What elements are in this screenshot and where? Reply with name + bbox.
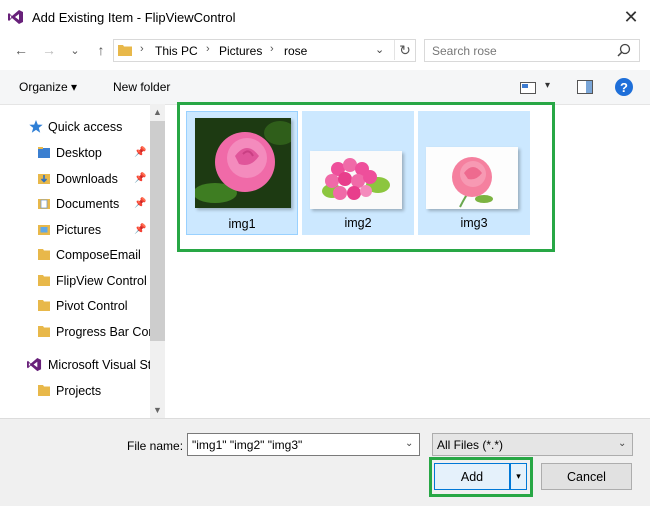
address-dropdown-icon[interactable]: ⌄ <box>375 43 384 56</box>
folder-icon <box>38 300 50 311</box>
sidebar-item-label: FlipView Control <box>56 274 147 288</box>
breadcrumb-rose[interactable]: rose <box>284 44 307 58</box>
sidebar-item-label: Microsoft Visual Studio <box>48 358 150 372</box>
sidebar-item-label: Pictures <box>56 223 102 237</box>
sidebar-item-label: Pivot Control <box>56 299 128 313</box>
folder-icon <box>38 249 50 260</box>
scroll-up-icon[interactable]: ▲ <box>150 105 165 119</box>
pin-icon[interactable]: 📌 <box>134 173 146 184</box>
downloads-folder-icon <box>38 174 50 184</box>
search-placeholder: Search rose <box>432 44 497 58</box>
sidebar-item-label: Desktop <box>56 146 102 160</box>
add-button[interactable]: Add <box>434 463 510 490</box>
file-type-filter-label: All Files (*.*) <box>437 438 504 452</box>
window-title: Add Existing Item - FlipViewControl <box>32 10 236 25</box>
folder-icon <box>38 275 50 286</box>
sidebar-item-projects[interactable]: Projects <box>0 378 150 402</box>
sidebar-item-label: Projects <box>56 384 102 398</box>
command-toolbar <box>0 70 650 105</box>
sidebar-item-progress-bar-control[interactable]: Progress Bar Control <box>0 319 150 343</box>
sidebar-item-downloads[interactable]: Downloads 📌 <box>0 166 150 190</box>
sidebar-item-flipview-control[interactable]: FlipView Control <box>0 268 150 292</box>
view-dropdown-icon[interactable]: ▾ <box>545 80 550 91</box>
file-name-input[interactable] <box>187 433 420 456</box>
sidebar-item-quick-access[interactable]: Quick access <box>0 114 150 138</box>
help-button[interactable]: ? <box>615 78 633 96</box>
breadcrumb-this-pc[interactable]: This PC <box>155 44 198 58</box>
pin-icon[interactable]: 📌 <box>134 224 146 235</box>
sidebar-item-desktop[interactable]: Desktop 📌 <box>0 140 150 164</box>
cancel-button[interactable]: Cancel <box>541 463 632 490</box>
visual-studio-icon <box>8 10 23 24</box>
breadcrumb-separator: › <box>206 43 210 55</box>
folder-icon <box>118 45 132 56</box>
sidebar-item-microsoft-visual-studio[interactable]: Microsoft Visual Studio <box>0 352 150 376</box>
star-icon <box>29 120 43 133</box>
pin-icon[interactable]: 📌 <box>134 147 146 158</box>
documents-folder-icon <box>38 199 50 209</box>
preview-pane-icon[interactable] <box>577 80 593 94</box>
breadcrumb-separator: › <box>140 43 144 55</box>
folder-icon <box>38 326 50 337</box>
file-name-field-label: File name: <box>127 439 184 453</box>
add-dropdown-button[interactable]: ▾ <box>510 463 527 490</box>
folder-icon <box>38 385 50 396</box>
pictures-folder-icon <box>38 225 50 235</box>
sidebar-item-pictures[interactable]: Pictures 📌 <box>0 217 150 241</box>
back-button[interactable]: ← <box>12 41 30 59</box>
sidebar-scrollbar-thumb[interactable] <box>150 121 165 341</box>
forward-button[interactable]: → <box>40 41 58 59</box>
sidebar-item-label: ComposeEmail <box>56 248 141 262</box>
view-options-icon[interactable] <box>520 82 536 94</box>
desktop-folder-icon <box>38 147 50 158</box>
file-type-dropdown-icon[interactable]: ⌄ <box>618 438 626 449</box>
new-folder-button[interactable]: New folder <box>113 80 170 94</box>
refresh-button[interactable]: ↻ <box>394 40 415 60</box>
scroll-down-icon[interactable]: ▼ <box>150 403 165 417</box>
search-icon[interactable] <box>617 43 631 57</box>
sidebar-item-composeemail[interactable]: ComposeEmail <box>0 242 150 266</box>
sidebar-item-label: Documents <box>56 197 120 211</box>
sidebar-item-label: Progress Bar Control <box>56 325 150 339</box>
sidebar-item-pivot-control[interactable]: Pivot Control <box>0 293 150 317</box>
sidebar-item-label: Downloads <box>56 172 118 186</box>
file-name-dropdown-icon[interactable]: ⌄ <box>405 438 413 449</box>
breadcrumb-separator: › <box>270 43 274 55</box>
close-button[interactable]: ✕ <box>618 6 644 28</box>
selection-annotation-frame <box>177 102 555 252</box>
sidebar-item-label: Quick access <box>48 120 123 134</box>
sidebar-item-documents[interactable]: Documents 📌 <box>0 191 150 215</box>
breadcrumb-pictures[interactable]: Pictures <box>219 44 262 58</box>
dialog-footer <box>0 418 650 506</box>
visual-studio-icon <box>27 357 42 372</box>
up-button[interactable]: ↑ <box>92 41 110 59</box>
pin-icon[interactable]: 📌 <box>134 198 146 209</box>
organize-button[interactable]: Organize ▾ <box>19 80 77 94</box>
recent-locations-dropdown[interactable]: ⌄ <box>66 41 84 59</box>
